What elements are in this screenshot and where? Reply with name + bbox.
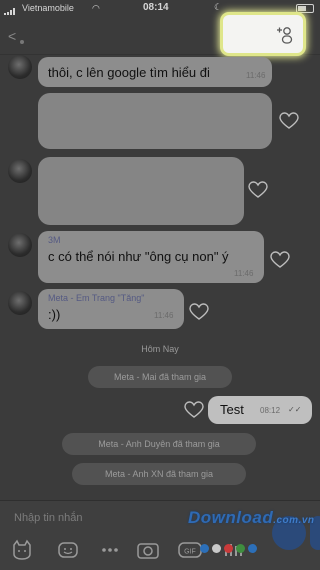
message-text: c có thể nói như "ông cụ non" ý [48,249,229,264]
message-time: 11:46 [154,311,174,320]
message-time: 08:12 [260,406,281,415]
message-bubble[interactable]: Meta - Em Trang "Tăng" :)) 11:46 [38,289,184,329]
status-bar: Vietnamobile ◠ 08:14 ☾ [0,0,320,16]
watermark-dot [212,544,221,553]
watermark-dot [248,544,257,553]
message-input[interactable]: Nhập tin nhắn [14,512,83,524]
message-bubble-hidden[interactable] [38,93,272,149]
message-time: 11:46 [246,71,266,80]
message-list[interactable]: thôi, c lên google tìm hiểu đi 11:46 3M … [0,55,320,500]
more-icon[interactable] [98,539,122,561]
heart-icon[interactable] [184,401,204,419]
watermark-dot [224,544,233,553]
heart-icon[interactable] [279,112,299,130]
heart-icon[interactable] [248,181,268,199]
battery-icon [296,4,314,13]
watermark-dots [200,540,260,558]
signal-icon [4,5,18,15]
sender-name: Meta - Em Trang "Tăng" [48,293,145,303]
watermark-text: Download [188,508,274,527]
moon-icon: ☾ [214,2,223,12]
back-arrow-icon[interactable]: < [8,28,16,44]
watermark-dot [200,544,209,553]
system-message: Meta - Anh Duyên đã tham gia [62,433,256,455]
avatar[interactable] [8,291,32,315]
gif-icon[interactable]: GIF [178,539,202,561]
message-text: thôi, c lên google tìm hiểu đi [48,65,210,80]
add-member-button[interactable] [223,15,303,53]
system-message: Meta - Anh XN đã tham gia [72,463,246,485]
avatar[interactable] [8,233,32,257]
read-check-icon: ✓✓ [288,405,302,414]
camera-icon[interactable] [136,539,160,561]
back-badge [20,40,24,44]
message-bubble-hidden[interactable] [38,157,244,225]
day-separator: Hôm Nay [141,344,179,354]
heart-icon[interactable] [270,251,290,269]
avatar[interactable] [8,55,32,79]
message-time: 11:46 [234,269,254,278]
message-text: :)) [48,307,61,322]
watermark-dot [236,544,245,553]
system-message: Meta - Mai đã tham gia [88,366,232,388]
watermark-logo: Download.com.vn [188,508,315,528]
wifi-icon: ◠ [92,3,100,13]
watermark-suffix: .com.vn [273,515,315,526]
sender-name: 3M [48,235,61,245]
message-text: Test [220,402,244,417]
message-bubble[interactable]: 3M c có thể nói như "ông cụ non" ý 11:46 [38,231,264,283]
sticker-icon[interactable] [10,539,34,561]
add-member-icon [277,27,293,44]
heart-icon[interactable] [189,303,209,321]
svg-text:GIF: GIF [184,549,196,556]
carrier-name: Vietnamobile [22,3,74,13]
clock: 08:14 [143,2,169,13]
message-bubble[interactable]: thôi, c lên google tìm hiểu đi 11:46 [38,57,272,87]
avatar[interactable] [8,159,32,183]
my-message-bubble[interactable]: Test 08:12 ✓✓ [208,396,312,424]
emoji-icon[interactable] [56,539,80,561]
